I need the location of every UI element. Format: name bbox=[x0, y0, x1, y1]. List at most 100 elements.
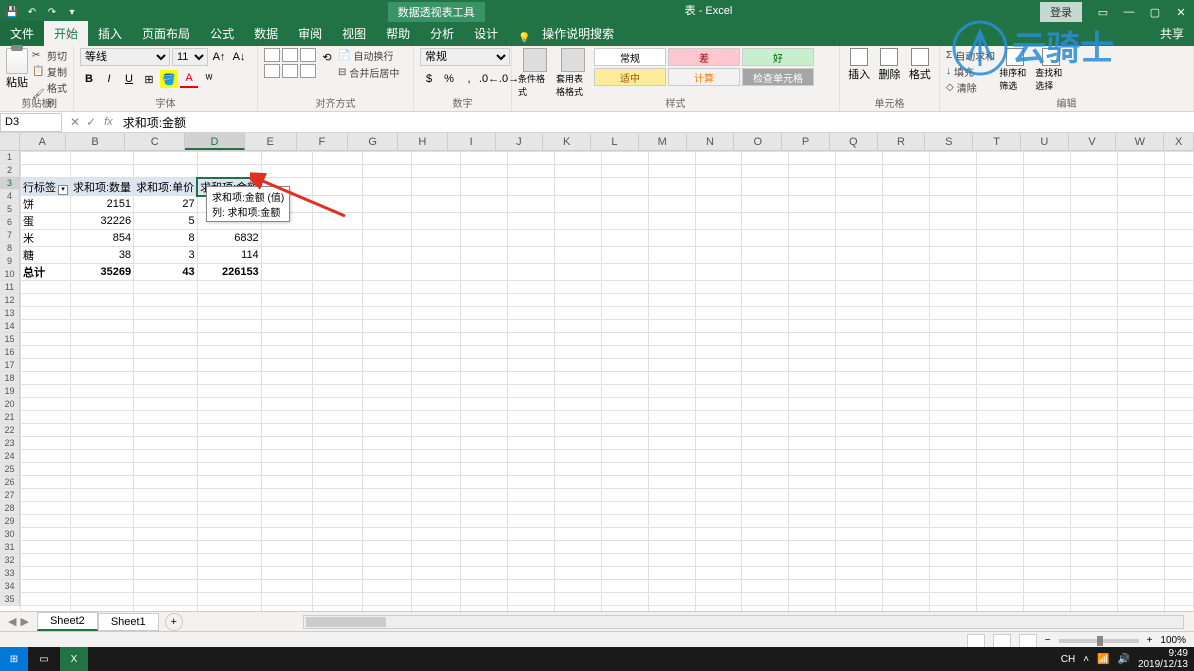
cell-M24[interactable] bbox=[648, 476, 695, 489]
cell-J5[interactable] bbox=[507, 213, 554, 230]
cell-B16[interactable] bbox=[71, 372, 134, 385]
save-icon[interactable]: 💾 bbox=[4, 4, 20, 20]
font-name-select[interactable]: 等线 bbox=[80, 48, 170, 66]
sort-filter-button[interactable]: 排序和筛选 bbox=[999, 48, 1031, 92]
cell-X22[interactable] bbox=[1164, 450, 1193, 463]
cell-B1[interactable] bbox=[71, 152, 134, 165]
row-header-14[interactable]: 14 bbox=[0, 320, 20, 333]
tab-analyze[interactable]: 分析 bbox=[420, 21, 464, 46]
cell-O29[interactable] bbox=[742, 541, 789, 554]
cell-E17[interactable] bbox=[261, 385, 312, 398]
cell-L27[interactable] bbox=[601, 515, 648, 528]
cell-W15[interactable] bbox=[1117, 359, 1164, 372]
cell-J8[interactable] bbox=[507, 264, 554, 281]
cell-P12[interactable] bbox=[789, 320, 836, 333]
row-header-22[interactable]: 22 bbox=[0, 424, 20, 437]
start-button[interactable]: ⊞ bbox=[0, 647, 28, 671]
cell-T21[interactable] bbox=[976, 437, 1023, 450]
cell-J15[interactable] bbox=[507, 359, 554, 372]
cell-C32[interactable] bbox=[134, 580, 198, 593]
cell-M5[interactable] bbox=[648, 213, 695, 230]
align-left-button[interactable] bbox=[264, 64, 280, 78]
cell-B11[interactable] bbox=[71, 307, 134, 320]
cell-Q7[interactable] bbox=[836, 247, 883, 264]
cell-G12[interactable] bbox=[363, 320, 412, 333]
cell-M12[interactable] bbox=[648, 320, 695, 333]
taskbar-excel-icon[interactable]: X bbox=[60, 647, 88, 671]
cell-N34[interactable] bbox=[695, 606, 742, 612]
cell-W10[interactable] bbox=[1117, 294, 1164, 307]
cell-T25[interactable] bbox=[976, 489, 1023, 502]
cell-W11[interactable] bbox=[1117, 307, 1164, 320]
cell-L31[interactable] bbox=[601, 567, 648, 580]
cell-N10[interactable] bbox=[695, 294, 742, 307]
style-calc[interactable]: 计算 bbox=[668, 68, 740, 86]
cell-E23[interactable] bbox=[261, 463, 312, 476]
cell-A33[interactable] bbox=[21, 593, 71, 606]
cell-R27[interactable] bbox=[883, 515, 930, 528]
cell-O11[interactable] bbox=[742, 307, 789, 320]
row-header-5[interactable]: 5 bbox=[0, 203, 20, 216]
cell-N28[interactable] bbox=[695, 528, 742, 541]
cell-G11[interactable] bbox=[363, 307, 412, 320]
cell-J13[interactable] bbox=[507, 333, 554, 346]
cell-I21[interactable] bbox=[460, 437, 507, 450]
cell-A7[interactable]: 糖 bbox=[21, 247, 71, 264]
cell-S7[interactable] bbox=[930, 247, 977, 264]
cell-E25[interactable] bbox=[261, 489, 312, 502]
cell-V23[interactable] bbox=[1070, 463, 1117, 476]
tray-chevron-icon[interactable]: ˄ bbox=[1083, 654, 1089, 665]
cell-O19[interactable] bbox=[742, 411, 789, 424]
cell-L7[interactable] bbox=[601, 247, 648, 264]
cell-B27[interactable] bbox=[71, 515, 134, 528]
cell-R26[interactable] bbox=[883, 502, 930, 515]
cell-J24[interactable] bbox=[507, 476, 554, 489]
cell-L8[interactable] bbox=[601, 264, 648, 281]
cell-S19[interactable] bbox=[930, 411, 977, 424]
cell-O4[interactable] bbox=[742, 196, 789, 213]
cell-R22[interactable] bbox=[883, 450, 930, 463]
cell-H18[interactable] bbox=[412, 398, 461, 411]
cell-W24[interactable] bbox=[1117, 476, 1164, 489]
cell-I24[interactable] bbox=[460, 476, 507, 489]
cell-E30[interactable] bbox=[261, 554, 312, 567]
cell-D17[interactable] bbox=[197, 385, 261, 398]
cell-R10[interactable] bbox=[883, 294, 930, 307]
col-header-V[interactable]: V bbox=[1069, 133, 1117, 150]
cell-Q15[interactable] bbox=[836, 359, 883, 372]
cell-U21[interactable] bbox=[1023, 437, 1070, 450]
cell-N14[interactable] bbox=[695, 346, 742, 359]
zoom-in-button[interactable]: + bbox=[1147, 635, 1153, 646]
cell-C33[interactable] bbox=[134, 593, 198, 606]
cell-G9[interactable] bbox=[363, 281, 412, 294]
cell-S13[interactable] bbox=[930, 333, 977, 346]
cell-F21[interactable] bbox=[312, 437, 363, 450]
cell-K21[interactable] bbox=[554, 437, 601, 450]
cell-J3[interactable] bbox=[507, 178, 554, 196]
cell-N21[interactable] bbox=[695, 437, 742, 450]
cell-K8[interactable] bbox=[554, 264, 601, 281]
cell-Q27[interactable] bbox=[836, 515, 883, 528]
cell-I5[interactable] bbox=[460, 213, 507, 230]
cell-R13[interactable] bbox=[883, 333, 930, 346]
cell-F13[interactable] bbox=[312, 333, 363, 346]
cell-K15[interactable] bbox=[554, 359, 601, 372]
cell-O15[interactable] bbox=[742, 359, 789, 372]
cell-D2[interactable] bbox=[197, 165, 261, 178]
cell-G10[interactable] bbox=[363, 294, 412, 307]
cell-B20[interactable] bbox=[71, 424, 134, 437]
cancel-formula-icon[interactable]: ✕ bbox=[70, 115, 80, 129]
cell-I31[interactable] bbox=[460, 567, 507, 580]
style-good[interactable]: 好 bbox=[742, 48, 814, 66]
col-header-X[interactable]: X bbox=[1164, 133, 1194, 150]
cell-K16[interactable] bbox=[554, 372, 601, 385]
cell-S10[interactable] bbox=[930, 294, 977, 307]
cell-N7[interactable] bbox=[695, 247, 742, 264]
cell-K11[interactable] bbox=[554, 307, 601, 320]
row-header-12[interactable]: 12 bbox=[0, 294, 20, 307]
cell-F33[interactable] bbox=[312, 593, 363, 606]
cell-X9[interactable] bbox=[1164, 281, 1193, 294]
cell-P21[interactable] bbox=[789, 437, 836, 450]
cell-I3[interactable] bbox=[460, 178, 507, 196]
cell-O32[interactable] bbox=[742, 580, 789, 593]
